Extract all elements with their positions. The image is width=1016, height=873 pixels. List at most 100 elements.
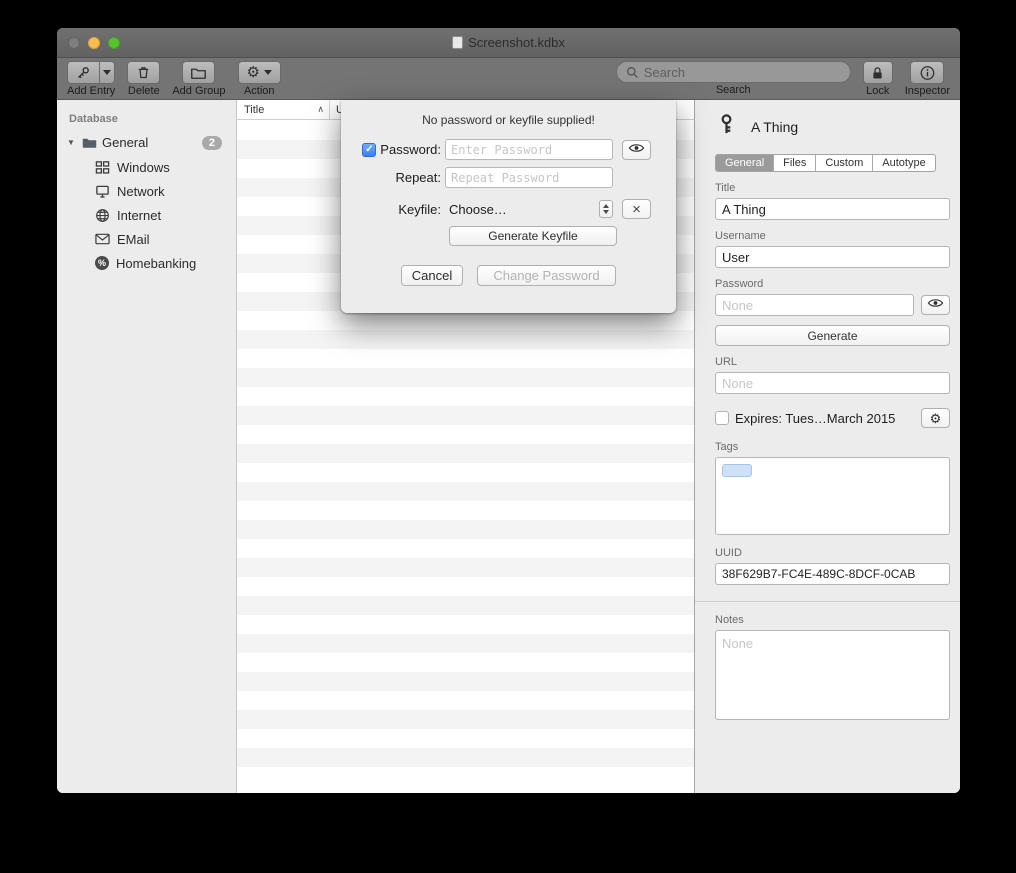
sidebar-item-label: Homebanking <box>116 256 196 271</box>
change-password-button[interactable]: Change Password <box>477 265 616 286</box>
username-field[interactable] <box>715 246 950 268</box>
lock-button[interactable] <box>863 61 893 84</box>
search-input[interactable] <box>644 65 841 80</box>
divider <box>695 601 960 602</box>
lock-item: Lock <box>863 61 893 97</box>
sidebar-item-internet[interactable]: Internet <box>57 203 236 227</box>
column-title-label: Title <box>244 104 264 116</box>
repeat-label: Repeat: <box>395 170 441 185</box>
dialog-buttons: Cancel Change Password <box>341 265 676 286</box>
password-checkbox[interactable]: ✓ <box>362 143 376 157</box>
zoom-button[interactable] <box>108 37 120 49</box>
reveal-password-button[interactable] <box>622 140 651 160</box>
sidebar-item-network[interactable]: Network <box>57 179 236 203</box>
disclosure-triangle-icon[interactable]: ▼ <box>67 138 77 147</box>
expires-checkbox[interactable] <box>715 411 729 425</box>
password-sheet-dialog: No password or keyfile supplied! ✓ Passw… <box>341 100 676 313</box>
repeat-password-input[interactable] <box>445 167 613 188</box>
chevron-down-icon <box>103 70 111 75</box>
password-row: ✓ Password: <box>341 139 676 160</box>
sidebar-item-label: EMail <box>117 232 150 247</box>
add-entry-item: Add Entry <box>67 61 115 97</box>
clear-keyfile-button[interactable]: × <box>622 199 651 219</box>
add-entry-dropdown-button[interactable] <box>100 61 115 84</box>
expires-row: Expires: Tues…March 2015 ⚙ <box>715 408 950 428</box>
traffic-lights <box>68 37 120 49</box>
app-window: Screenshot.kdbx Add Entry <box>57 28 960 793</box>
inspector-panel: A Thing General Files Custom Autotype Ti… <box>695 100 960 793</box>
tab-autotype[interactable]: Autotype <box>873 155 934 171</box>
keyfile-popup[interactable]: Choose… <box>445 200 613 218</box>
expires-settings-button[interactable]: ⚙ <box>921 408 950 428</box>
sidebar-section-header: Database <box>57 110 236 130</box>
cancel-button[interactable]: Cancel <box>401 265 463 286</box>
search-field[interactable] <box>616 61 851 83</box>
tab-files[interactable]: Files <box>774 155 816 171</box>
toolbar: Add Entry Delete Add Group ⚙ Act <box>57 58 960 100</box>
popup-stepper-icon <box>599 200 613 218</box>
uuid-field[interactable] <box>715 563 950 585</box>
add-group-label: Add Group <box>172 85 225 97</box>
action-item: ⚙ Action <box>238 61 281 97</box>
sidebar-item-homebanking[interactable]: % Homebanking <box>57 251 236 275</box>
tags-label: Tags <box>715 441 950 453</box>
column-header-title[interactable]: Title ∧ <box>237 100 330 119</box>
notes-label: Notes <box>715 614 950 626</box>
close-button[interactable] <box>68 37 80 49</box>
window-title-text: Screenshot.kdbx <box>468 35 565 50</box>
window-title: Screenshot.kdbx <box>452 35 565 50</box>
search-caption: Search <box>716 84 751 96</box>
sidebar-item-email[interactable]: EMail <box>57 227 236 251</box>
minimize-button[interactable] <box>88 37 100 49</box>
tab-general[interactable]: General <box>716 155 774 171</box>
eye-icon <box>628 141 645 159</box>
gear-icon: ⚙ <box>247 65 260 80</box>
percent-icon: % <box>95 256 109 270</box>
keyfile-popup-value: Choose… <box>445 202 507 217</box>
tab-custom[interactable]: Custom <box>816 155 873 171</box>
tag-token[interactable] <box>722 464 752 477</box>
sidebar-item-label: General <box>102 135 148 150</box>
sidebar-item-label: Network <box>117 184 165 199</box>
title-field[interactable] <box>715 198 950 220</box>
lock-icon <box>870 65 885 80</box>
uuid-label: UUID <box>715 547 950 559</box>
add-group-button[interactable] <box>182 61 215 84</box>
notes-placeholder: None <box>722 636 753 651</box>
action-label: Action <box>244 85 275 97</box>
password-input[interactable] <box>445 139 613 160</box>
inspector-label: Inspector <box>905 85 950 97</box>
delete-item: Delete <box>127 61 160 97</box>
generate-keyfile-button[interactable]: Generate Keyfile <box>449 226 617 246</box>
inspector-toggle-button[interactable] <box>910 61 944 84</box>
titlebar: Screenshot.kdbx <box>57 28 960 58</box>
inspector-tabs: General Files Custom Autotype <box>715 154 936 172</box>
monitor-icon <box>95 184 110 199</box>
sidebar-item-windows[interactable]: Windows <box>57 155 236 179</box>
add-entry-button[interactable] <box>67 61 100 84</box>
repeat-row: Repeat: <box>341 167 676 188</box>
eye-icon <box>927 296 944 314</box>
url-field[interactable] <box>715 372 950 394</box>
keyfile-label: Keyfile: <box>398 202 441 217</box>
key-icon <box>715 113 738 141</box>
desktop: { "window": { "title": "Screenshot.kdbx"… <box>0 0 1016 873</box>
password-field-label: Password <box>715 278 950 290</box>
password-field[interactable] <box>715 294 914 316</box>
sidebar-item-general[interactable]: ▼ General 2 <box>57 130 236 155</box>
notes-area[interactable]: None <box>715 630 950 720</box>
url-field-label: URL <box>715 356 950 368</box>
tags-box[interactable] <box>715 457 950 535</box>
reveal-password-button[interactable] <box>921 295 950 315</box>
key-plus-icon <box>76 65 91 80</box>
gear-icon: ⚙ <box>930 412 942 425</box>
inspector-header: A Thing <box>715 113 950 141</box>
sidebar-item-label: Windows <box>117 160 170 175</box>
info-icon <box>920 65 935 80</box>
search-icon <box>626 66 639 79</box>
search-item: Search <box>616 61 851 96</box>
sort-ascending-icon: ∧ <box>317 104 324 115</box>
delete-button[interactable] <box>127 61 160 84</box>
generate-password-button[interactable]: Generate <box>715 325 950 346</box>
action-button[interactable]: ⚙ <box>238 61 281 84</box>
